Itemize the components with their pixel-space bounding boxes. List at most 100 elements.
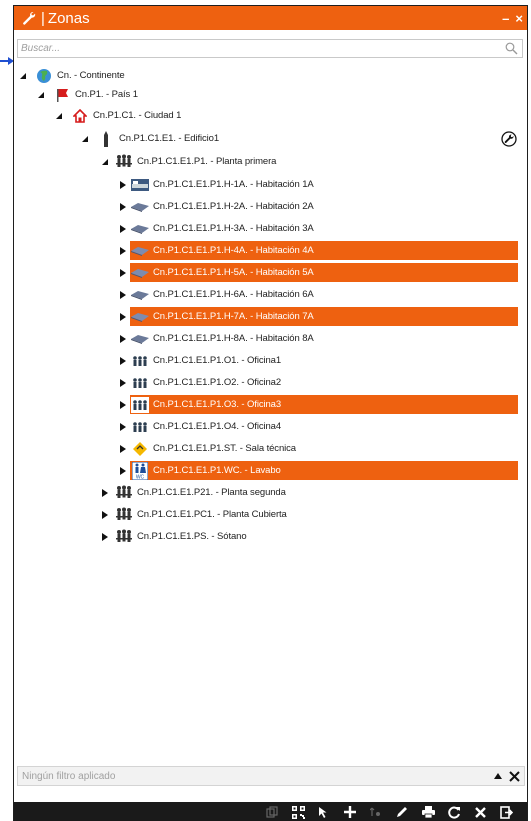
bed-icon: [130, 286, 150, 304]
zone-tree: Cn. - Continente Cn.P1. - País 1 Cn.P1.C…: [14, 66, 527, 756]
expand-toggle-icon[interactable]: [118, 224, 128, 234]
office-icon: [130, 374, 150, 392]
filter-bar: Ningún filtro aplicado: [17, 766, 525, 786]
office-icon: [130, 396, 150, 414]
tree-node-label: Cn.P1.C1.E1.P1.ST. - Sala técnica: [153, 443, 296, 454]
tree-node-label: Cn.P1.C1.E1.P1.H-7A. - Habitación 7A: [153, 311, 314, 322]
tree-node-planta-segunda[interactable]: Cn.P1.C1.E1.P21. - Planta segunda: [114, 483, 334, 502]
filter-expand-icon[interactable]: [493, 772, 503, 780]
expand-toggle-icon[interactable]: [118, 246, 128, 256]
collapse-toggle-icon[interactable]: [100, 157, 110, 167]
expand-toggle-icon[interactable]: [118, 312, 128, 322]
tree-node-h3a[interactable]: Cn.P1.C1.E1.P1.H-3A. - Habitación 3A: [130, 219, 350, 238]
clear-filter-icon[interactable]: [509, 770, 520, 782]
tree-node-continente[interactable]: Cn. - Continente: [34, 66, 234, 85]
collapse-toggle-icon[interactable]: [36, 90, 46, 100]
expand-toggle-icon[interactable]: [118, 400, 128, 410]
tree-node-o4[interactable]: Cn.P1.C1.E1.P1.O4. - Oficina4: [130, 417, 350, 436]
window-title: Zonas: [47, 9, 90, 27]
expand-toggle-icon[interactable]: [118, 180, 128, 190]
expand-toggle-icon[interactable]: [118, 334, 128, 344]
tree-node-pais[interactable]: Cn.P1. - País 1: [52, 85, 252, 104]
floor-icon: [114, 153, 134, 171]
tree-node-o1[interactable]: Cn.P1.C1.E1.P1.O1. - Oficina1: [130, 351, 350, 370]
expand-toggle-icon[interactable]: [100, 510, 110, 520]
expand-toggle-icon[interactable]: [118, 444, 128, 454]
tree-node-edificio[interactable]: Cn.P1.C1.E1. - Edificio1: [96, 129, 296, 148]
collapse-toggle-icon[interactable]: [54, 111, 64, 121]
expand-toggle-icon[interactable]: [118, 378, 128, 388]
search-box: [17, 39, 523, 58]
tree-node-label: Cn.P1.C1.E1.P1.O4. - Oficina4: [153, 421, 282, 432]
tree-node-o3[interactable]: Cn.P1.C1.E1.P1.O3. - Oficina3: [130, 395, 518, 414]
tree-node-label: Cn.P1.C1.E1.P1.H-1A. - Habitación 1A: [153, 179, 314, 190]
bed-icon: [130, 220, 150, 238]
expand-toggle-icon[interactable]: [118, 422, 128, 432]
tree-node-st[interactable]: Cn.P1.C1.E1.P1.ST. - Sala técnica: [130, 439, 350, 458]
exit-icon[interactable]: [493, 802, 519, 821]
search-input[interactable]: [18, 40, 498, 57]
wc-icon: WC: [130, 461, 150, 480]
minimize-button[interactable]: –: [502, 11, 509, 26]
tree-node-h2a[interactable]: Cn.P1.C1.E1.P1.H-2A. - Habitación 2A: [130, 197, 350, 216]
search-icon[interactable]: [505, 42, 518, 55]
tree-node-label: Cn.P1.C1.E1.P1.O3. - Oficina3: [153, 399, 282, 410]
wrench-icon: [18, 6, 40, 30]
warning-icon: [130, 440, 150, 458]
tree-node-label: Cn. - Continente: [57, 70, 125, 81]
tree-node-planta-cubierta[interactable]: Cn.P1.C1.E1.PC1. - Planta Cubierta: [114, 505, 334, 524]
expand-toggle-icon[interactable]: [118, 466, 128, 476]
title-separator: |: [41, 9, 45, 27]
tree-node-h5a[interactable]: Cn.P1.C1.E1.P1.H-5A. - Habitación 5A: [130, 263, 518, 282]
tree-node-label: Cn.P1.C1.E1.P1.H-5A. - Habitación 5A: [153, 267, 314, 278]
pointer-arrow-icon: [0, 57, 14, 65]
expand-toggle-icon[interactable]: [118, 356, 128, 366]
pointer-icon[interactable]: [311, 802, 337, 821]
house-icon: [70, 107, 90, 125]
close-icon[interactable]: [467, 802, 493, 821]
tree-node-label: Cn.P1.C1. - Ciudad 1: [93, 110, 182, 121]
print-icon[interactable]: [415, 802, 441, 821]
bottom-toolbar: [14, 802, 527, 821]
tree-node-label: Cn.P1.C1.E1.P1.H-8A. - Habitación 8A: [153, 333, 314, 344]
expand-toggle-icon[interactable]: [100, 488, 110, 498]
pen-icon[interactable]: [389, 802, 415, 821]
svg-text:WC: WC: [136, 474, 145, 480]
tree-node-label: Cn.P1.C1.E1.P1. - Planta primera: [137, 156, 277, 167]
collapse-toggle-icon[interactable]: [18, 71, 28, 81]
filter-status: Ningún filtro aplicado: [22, 770, 116, 782]
expand-toggle-icon[interactable]: [118, 268, 128, 278]
tree-node-h4a[interactable]: Cn.P1.C1.E1.P1.H-4A. - Habitación 4A: [130, 241, 518, 260]
plus-icon[interactable]: [337, 802, 363, 821]
tree-node-sotano[interactable]: Cn.P1.C1.E1.PS. - Sótano: [114, 527, 334, 546]
tree-node-h8a[interactable]: Cn.P1.C1.E1.P1.H-8A. - Habitación 8A: [130, 329, 350, 348]
copy-icon[interactable]: [259, 802, 285, 821]
expand-toggle-icon[interactable]: [118, 290, 128, 300]
tree-node-planta-primera[interactable]: Cn.P1.C1.E1.P1. - Planta primera: [114, 152, 334, 171]
wrench-icon[interactable]: [501, 131, 517, 147]
tree-node-ciudad[interactable]: Cn.P1.C1. - Ciudad 1: [70, 106, 270, 125]
tree-node-h1a[interactable]: Cn.P1.C1.E1.P1.H-1A. - Habitación 1A: [130, 175, 350, 194]
tree-node-label: Cn.P1.C1.E1. - Edificio1: [119, 133, 220, 144]
tree-node-o2[interactable]: Cn.P1.C1.E1.P1.O2. - Oficina2: [130, 373, 350, 392]
tree-node-label: Cn.P1.C1.E1.P1.O1. - Oficina1: [153, 355, 282, 366]
tree-node-h7a[interactable]: Cn.P1.C1.E1.P1.H-7A. - Habitación 7A: [130, 307, 518, 326]
collapse-toggle-icon[interactable]: [80, 134, 90, 144]
office-icon: [130, 418, 150, 436]
tree-node-h6a[interactable]: Cn.P1.C1.E1.P1.H-6A. - Habitación 6A: [130, 285, 350, 304]
tree-node-wc[interactable]: WC Cn.P1.C1.E1.P1.WC. - Lavabo: [130, 461, 518, 480]
tree-node-label: Cn.P1.C1.E1.P1.H-2A. - Habitación 2A: [153, 201, 314, 212]
flag-icon: [52, 86, 72, 104]
bed-icon: [130, 198, 150, 216]
building-icon: [96, 130, 116, 148]
move-icon[interactable]: [363, 802, 389, 821]
refresh-icon[interactable]: [441, 802, 467, 821]
tree-node-label: Cn.P1.C1.E1.P1.H-4A. - Habitación 4A: [153, 245, 314, 256]
tree-node-label: Cn.P1.C1.E1.P1.WC. - Lavabo: [153, 465, 281, 476]
qr-icon[interactable]: [285, 802, 311, 821]
floor-icon: [114, 506, 134, 524]
close-button[interactable]: ×: [515, 11, 523, 26]
expand-toggle-icon[interactable]: [100, 532, 110, 542]
bed-icon: [130, 330, 150, 348]
expand-toggle-icon[interactable]: [118, 202, 128, 212]
